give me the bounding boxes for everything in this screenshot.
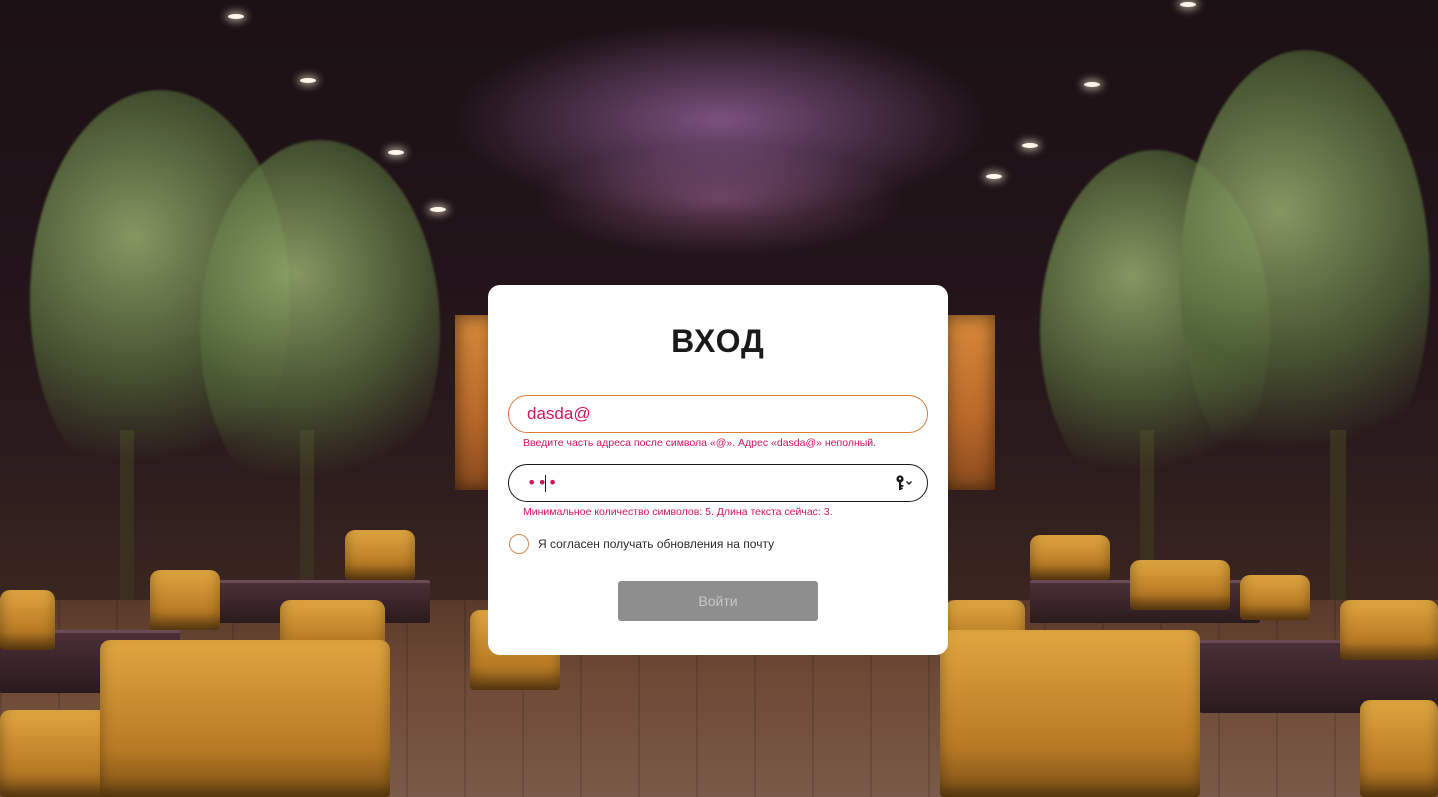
- ceiling-light: [1084, 82, 1100, 87]
- login-card: ВХОД Введите часть адреса после символа …: [488, 285, 948, 655]
- login-title: ВХОД: [671, 323, 765, 359]
- armchair: [100, 640, 390, 797]
- armchair: [1130, 560, 1230, 610]
- consent-row: Я согласен получать обновления на почту: [509, 534, 909, 554]
- armchair: [1240, 575, 1310, 620]
- password-field-wrapper[interactable]: •••: [508, 464, 928, 502]
- armchair: [345, 530, 415, 580]
- ceiling-light: [228, 14, 244, 19]
- email-input[interactable]: [527, 396, 887, 432]
- armchair: [1360, 700, 1438, 797]
- armchair: [150, 570, 220, 630]
- armchair: [0, 590, 55, 650]
- ceiling-light: [1022, 143, 1038, 148]
- ceiling-light: [1180, 2, 1196, 7]
- armchair: [1030, 535, 1110, 580]
- password-error-message: Минимальное количество символов: 5. Длин…: [523, 506, 833, 518]
- ceiling-light: [300, 78, 316, 83]
- ceiling-light: [388, 150, 404, 155]
- password-input[interactable]: •••: [527, 473, 558, 492]
- consent-radio[interactable]: [509, 534, 529, 554]
- armchair: [0, 710, 110, 797]
- armchair: [1340, 600, 1438, 660]
- email-field-wrapper: [508, 395, 928, 433]
- armchair: [940, 630, 1200, 797]
- consent-label[interactable]: Я согласен получать обновления на почту: [538, 537, 774, 551]
- ceiling-light: [430, 207, 446, 212]
- ceiling-light: [986, 174, 1002, 179]
- text-caret: [545, 475, 546, 492]
- key-icon[interactable]: [895, 474, 915, 492]
- email-error-message: Введите часть адреса после символа «@». …: [523, 437, 877, 449]
- kitchen-window-right: [945, 315, 995, 490]
- olive-tree: [200, 140, 440, 520]
- login-button[interactable]: Войти: [618, 581, 818, 621]
- olive-tree: [1180, 50, 1430, 510]
